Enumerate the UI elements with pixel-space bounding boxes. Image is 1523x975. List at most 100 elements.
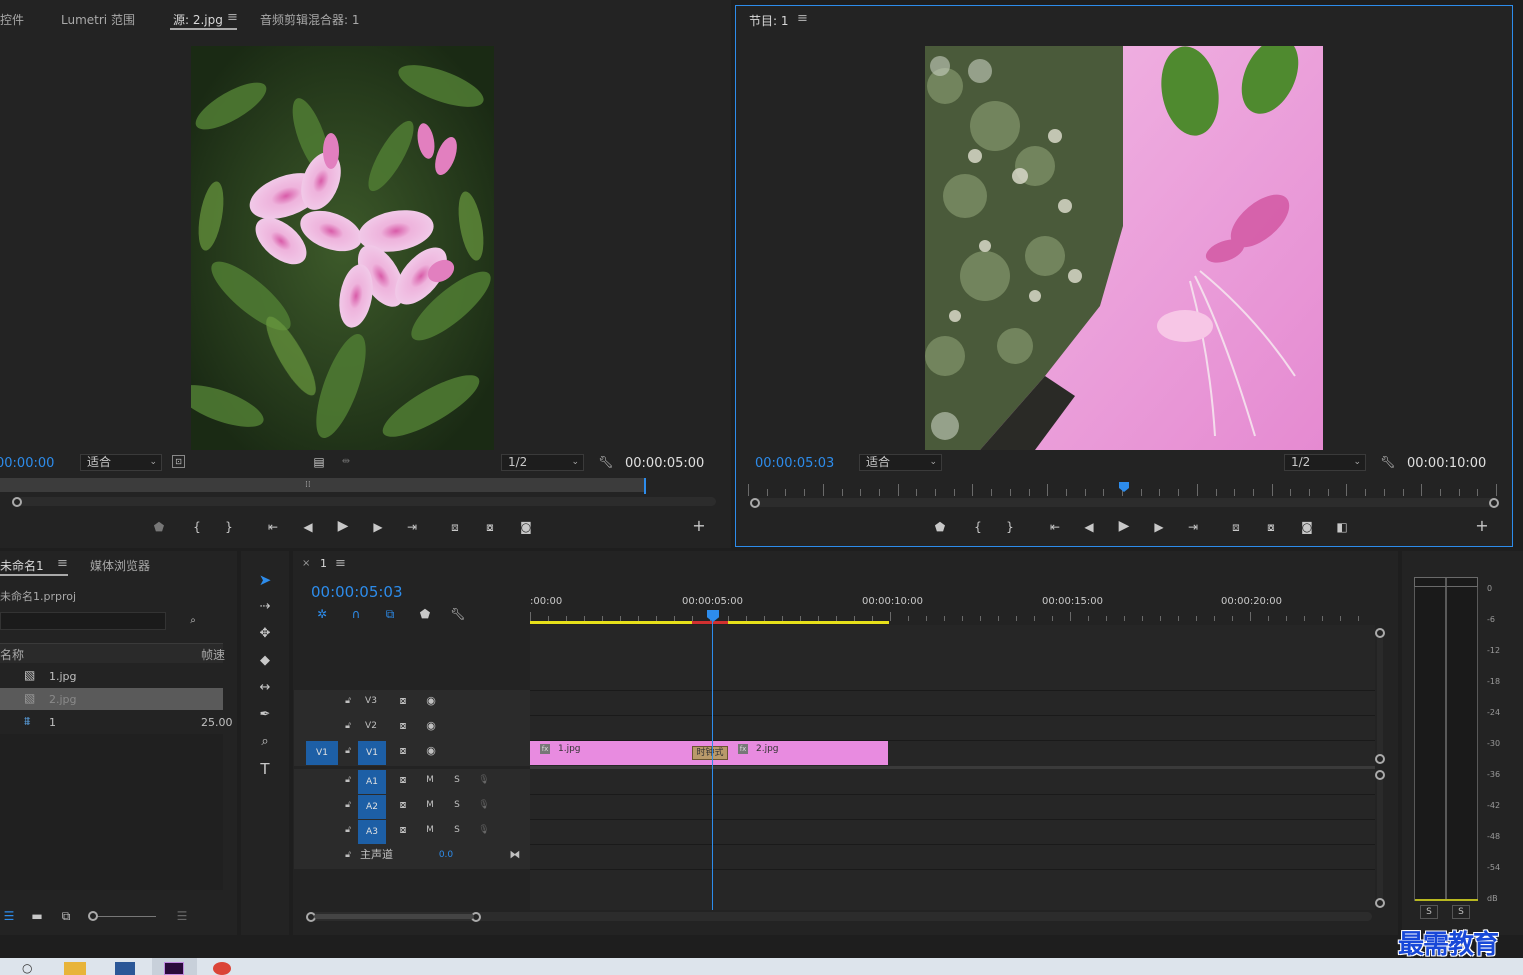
column-fps[interactable]: 帧速 (201, 646, 225, 663)
taskbar-explorer-icon[interactable] (64, 962, 86, 975)
eye-icon[interactable]: ◉ (422, 741, 440, 761)
source-settings-wrench-icon[interactable]: 🔧︎ (597, 455, 615, 469)
solo-left-button[interactable]: S (1420, 905, 1438, 919)
tab-lumetri-scopes[interactable]: Lumetri 范围 (61, 11, 135, 28)
program-zoom-handle-right[interactable] (1489, 498, 1499, 508)
tab-source[interactable]: 源: 2.jpg (173, 11, 223, 28)
program-mark-out-icon[interactable]: } (1001, 520, 1019, 534)
sync-lock-icon[interactable]: ⧇ (394, 820, 412, 840)
solo-button[interactable]: S (449, 820, 465, 840)
mark-in-icon[interactable]: { (188, 520, 206, 534)
ripple-edit-tool-icon[interactable]: ✥ (254, 624, 276, 644)
program-go-to-out-icon[interactable]: ⇥ (1184, 520, 1202, 534)
program-mark-in-icon[interactable]: { (969, 520, 987, 534)
program-settings-wrench-icon[interactable]: 🔧︎ (1379, 455, 1397, 469)
icon-view-icon[interactable]: ▬ (28, 909, 46, 923)
lock-icon[interactable]: 🔓︎ (341, 691, 355, 711)
lock-icon[interactable]: 🔓︎ (341, 795, 355, 815)
program-add-marker-icon[interactable]: ⬟ (931, 520, 949, 534)
overwrite-icon[interactable]: ⧇ (481, 520, 499, 534)
close-sequence-icon[interactable]: × (302, 558, 310, 569)
timeline-marker-icon[interactable]: ⬟ (416, 607, 434, 621)
list-item[interactable]: ▧ 1.jpg (0, 665, 223, 687)
step-forward-icon[interactable]: ▶︎ (369, 520, 387, 534)
mute-button[interactable]: M (422, 770, 438, 790)
solo-button[interactable]: S (449, 795, 465, 815)
lock-icon[interactable]: 🔓︎ (341, 770, 355, 790)
source-scrub-track[interactable] (0, 478, 646, 492)
taskbar-search-icon[interactable]: ○ (22, 961, 32, 975)
list-view-icon[interactable]: ☰ (0, 909, 18, 923)
freeform-view-icon[interactable]: ⧉ (57, 909, 75, 923)
program-zoom-handle-left[interactable] (750, 498, 760, 508)
play-icon[interactable]: ▶︎ (334, 519, 352, 533)
timeline-zoom-thumb[interactable] (314, 914, 474, 919)
mic-icon[interactable]: 🎙︎ (476, 820, 492, 840)
mute-button[interactable]: M (422, 795, 438, 815)
tab-effect-controls[interactable]: 效果控件 (0, 11, 24, 28)
track-label-a1[interactable]: A1 (358, 770, 386, 794)
program-tab[interactable]: 节目: 1 (749, 12, 789, 29)
source-patch-v1[interactable]: V1 (306, 741, 338, 765)
eye-icon[interactable]: ◉ (422, 691, 440, 711)
timeline-tab[interactable]: 1 (320, 557, 327, 570)
track-select-tool-icon[interactable]: ⇢ (254, 597, 276, 617)
video-scroll-handle-bottom[interactable] (1375, 754, 1385, 764)
marker-frame-icon[interactable]: ▤ (310, 455, 328, 469)
sync-lock-icon[interactable]: ⧇ (394, 795, 412, 815)
track-label-v1[interactable]: V1 (358, 741, 386, 765)
zoom-tool-icon[interactable]: ⌕ (254, 732, 276, 752)
list-item-selected[interactable]: ▧ 2.jpg (0, 688, 223, 710)
track-label-v3[interactable]: V3 (360, 691, 382, 711)
project-zoom-handle[interactable] (88, 911, 98, 921)
mute-button[interactable]: M (422, 820, 438, 840)
razor-tool-icon[interactable]: ◆ (254, 651, 276, 671)
timeline-playhead-line[interactable] (712, 620, 713, 910)
solo-button[interactable]: S (449, 770, 465, 790)
step-back-icon[interactable]: ◀︎ (299, 520, 317, 534)
selection-tool-icon[interactable]: ➤ (254, 570, 276, 590)
lock-icon[interactable]: 🔓︎ (341, 716, 355, 736)
project-panel-menu-icon[interactable]: ≡ (57, 556, 68, 571)
lock-icon[interactable]: 🔓︎ (341, 741, 355, 761)
source-timecode[interactable]: 00:00:00 (0, 456, 54, 471)
tab-project[interactable]: 未命名1 (0, 557, 44, 574)
export-frame-icon[interactable]: ◙ (517, 520, 535, 534)
comparison-view-icon[interactable]: ◧ (1333, 520, 1351, 534)
project-search-bin-icon[interactable]: ⌕ (184, 614, 202, 628)
project-search-input[interactable] (0, 612, 166, 630)
sync-lock-icon[interactable]: ⧇ (394, 741, 412, 761)
taskbar-chrome-icon[interactable] (213, 962, 231, 975)
clip-1-jpg[interactable]: fx 1.jpg (530, 741, 710, 765)
mic-icon[interactable]: 🎙︎ (476, 795, 492, 815)
program-fit-dropdown[interactable]: 适合 ⌄ (859, 454, 942, 471)
lock-icon[interactable]: 🔓︎ (341, 820, 355, 840)
insert-icon[interactable]: ⧈ (446, 520, 464, 534)
pen-tool-icon[interactable]: ✒ (254, 705, 276, 725)
lock-icon[interactable]: 🔓︎ (341, 845, 355, 865)
tab-audio-clip-mixer[interactable]: 音频剪辑混合器: 1 (260, 11, 360, 28)
linked-selection-icon[interactable]: ⧉ (381, 607, 399, 621)
program-add-button-icon[interactable]: + (1473, 518, 1491, 534)
snap-icon[interactable]: ∩ (347, 607, 365, 621)
video-scrollbar[interactable] (1377, 630, 1383, 762)
audio-scrollbar[interactable] (1377, 772, 1383, 906)
solo-right-button[interactable]: S (1452, 905, 1470, 919)
sync-lock-icon[interactable]: ⧇ (394, 770, 412, 790)
sort-icons-icon[interactable]: ☰ (173, 909, 191, 923)
taskbar-word-icon[interactable] (115, 962, 135, 975)
clip-2-jpg[interactable]: fx 2.jpg (710, 741, 888, 765)
program-play-icon[interactable]: ▶︎ (1115, 519, 1133, 533)
program-step-back-icon[interactable]: ◀︎ (1080, 520, 1098, 534)
program-resolution-dropdown[interactable]: 1/2 ⌄ (1284, 454, 1366, 471)
timeline-settings-wrench-icon[interactable]: 🔧︎ (449, 607, 467, 621)
timeline-timecode[interactable]: 00:00:05:03 (311, 583, 403, 601)
audio-track-area[interactable] (530, 768, 1375, 910)
list-item[interactable]: ⩩ 1 25.00 (0, 711, 233, 733)
program-zoom-bar[interactable] (750, 498, 1498, 507)
mic-icon[interactable]: 🎙︎ (476, 770, 492, 790)
track-label-a3[interactable]: A3 (358, 820, 386, 844)
timeline-panel-menu-icon[interactable]: ≡ (335, 556, 346, 571)
source-add-button-icon[interactable]: + (690, 518, 708, 534)
master-volume-value[interactable]: 0.0 (434, 845, 458, 865)
